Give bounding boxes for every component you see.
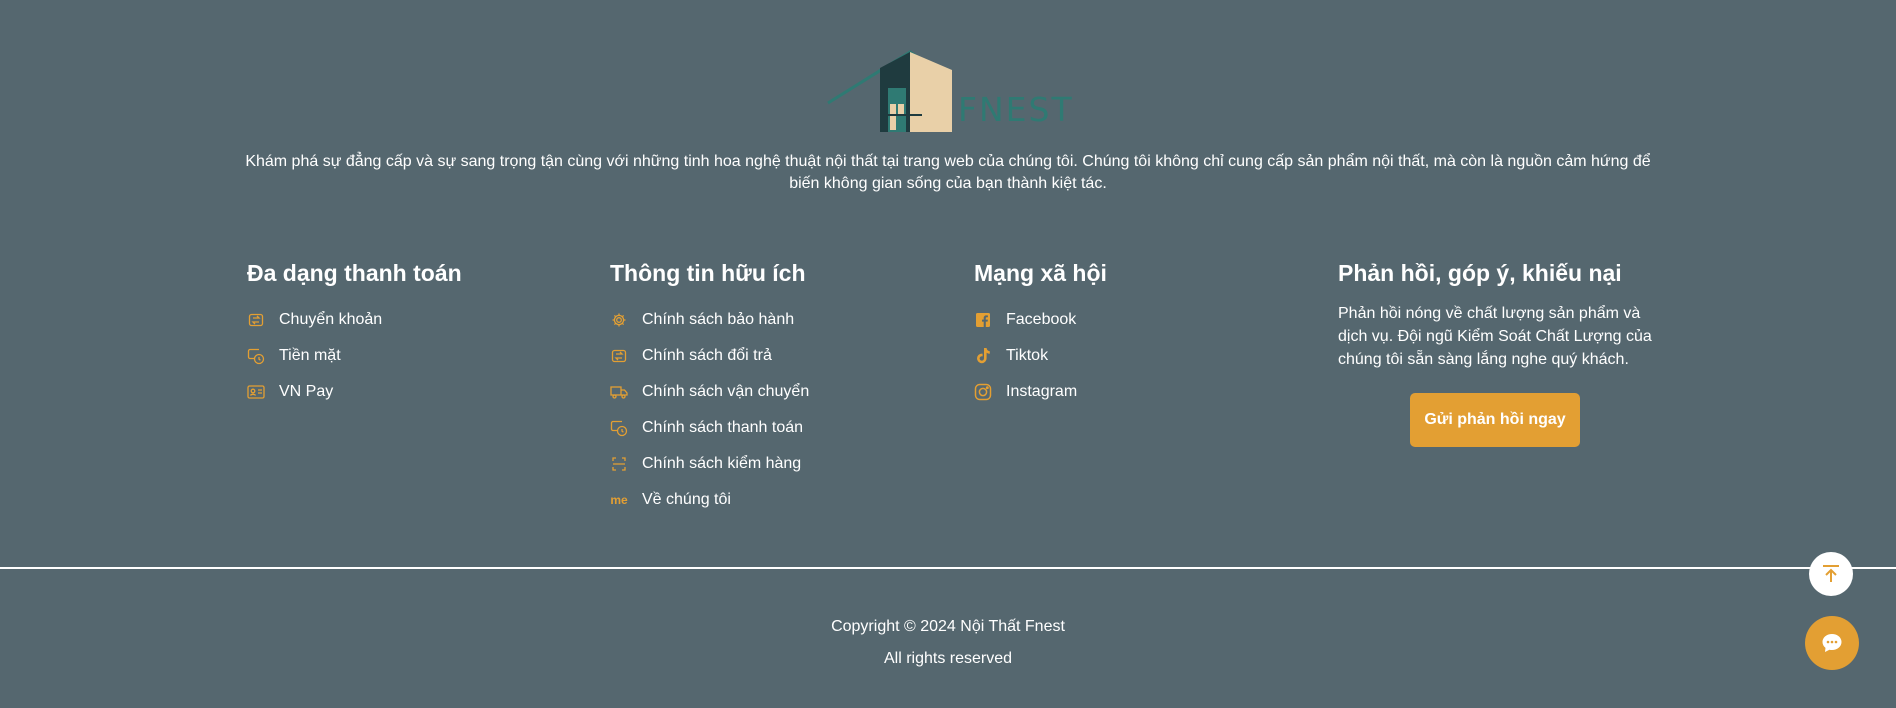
feedback-title: Phản hồi, góp ý, khiếu nại <box>1338 260 1622 286</box>
payment-item-label: VN Pay <box>279 383 334 400</box>
house-logo-icon <box>827 50 952 132</box>
feedback-section: Phản hồi, góp ý, khiếu nại Phản hồi nóng… <box>1338 258 1658 447</box>
footer-divider <box>0 567 1896 569</box>
cash-icon <box>247 347 265 365</box>
facebook-icon <box>974 311 992 329</box>
info-section: Thông tin hữu ích Chính sách bảo hành Ch… <box>610 258 809 518</box>
scan-icon <box>610 455 628 473</box>
payment-title: Đa dạng thanh toán <box>247 260 462 286</box>
payment-item-transfer[interactable]: Chuyển khoản <box>247 302 462 338</box>
transfer-icon <box>610 347 628 365</box>
social-item-label: Facebook <box>1006 311 1077 328</box>
payment-item-cash[interactable]: Tiền mặt <box>247 338 462 374</box>
social-item-label: Tiktok <box>1006 347 1049 364</box>
rights-text: All rights reserved <box>883 650 1013 667</box>
send-feedback-button[interactable]: Gửi phản hồi ngay <box>1410 393 1580 447</box>
truck-icon <box>610 383 628 401</box>
info-item-label: Chính sách kiểm hàng <box>642 455 802 472</box>
cash-icon <box>610 419 628 437</box>
feedback-text: Phản hồi nóng về chất lượng sản phẩm và … <box>1338 305 1652 368</box>
brand-logo[interactable]: FNEST <box>826 48 1072 136</box>
scroll-to-top-button[interactable] <box>1809 552 1853 596</box>
payment-item-vnpay[interactable]: VN Pay <box>247 374 462 410</box>
info-item-label: Về chúng tôi <box>642 491 731 508</box>
info-item-about[interactable]: me Về chúng tôi <box>610 482 809 518</box>
payment-section: Đa dạng thanh toán Chuyển khoản Tiền mặt… <box>247 258 462 410</box>
instagram-icon <box>974 383 992 401</box>
payment-item-label: Tiền mặt <box>279 347 341 364</box>
arrow-up-icon <box>1823 565 1839 582</box>
social-item-instagram[interactable]: Instagram <box>974 374 1107 410</box>
logo-text: FNEST <box>958 90 1074 129</box>
tiktok-icon <box>974 347 992 365</box>
gear-icon <box>610 311 628 329</box>
social-title: Mạng xã hội <box>974 260 1107 286</box>
info-item-label: Chính sách vận chuyển <box>642 383 810 400</box>
payment-item-label: Chuyển khoản <box>279 311 383 328</box>
info-item-label: Chính sách bảo hành <box>642 311 795 328</box>
info-item-return[interactable]: Chính sách đổi trả <box>610 338 809 374</box>
me-icon: me <box>610 493 628 507</box>
social-section: Mạng xã hội Facebook Tiktok Instagram <box>974 258 1107 410</box>
card-icon <box>247 383 265 401</box>
social-item-tiktok[interactable]: Tiktok <box>974 338 1107 374</box>
copyright-text: Copyright © 2024 Nội Thất Fnest <box>831 618 1065 635</box>
info-title: Thông tin hữu ích <box>610 260 806 286</box>
info-item-shipping[interactable]: Chính sách vận chuyển <box>610 374 809 410</box>
chat-bubble-icon <box>1822 634 1842 652</box>
social-item-facebook[interactable]: Facebook <box>974 302 1107 338</box>
intro-text: Khám phá sự đẳng cấp và sự sang trọng tậ… <box>245 153 1651 192</box>
social-item-label: Instagram <box>1006 383 1078 400</box>
info-item-inspection[interactable]: Chính sách kiểm hàng <box>610 446 809 482</box>
info-item-label: Chính sách thanh toán <box>642 419 804 436</box>
info-item-payment[interactable]: Chính sách thanh toán <box>610 410 809 446</box>
transfer-icon <box>247 311 265 329</box>
info-item-warranty[interactable]: Chính sách bảo hành <box>610 302 809 338</box>
chat-button[interactable] <box>1805 616 1859 670</box>
info-item-label: Chính sách đổi trả <box>642 347 772 364</box>
